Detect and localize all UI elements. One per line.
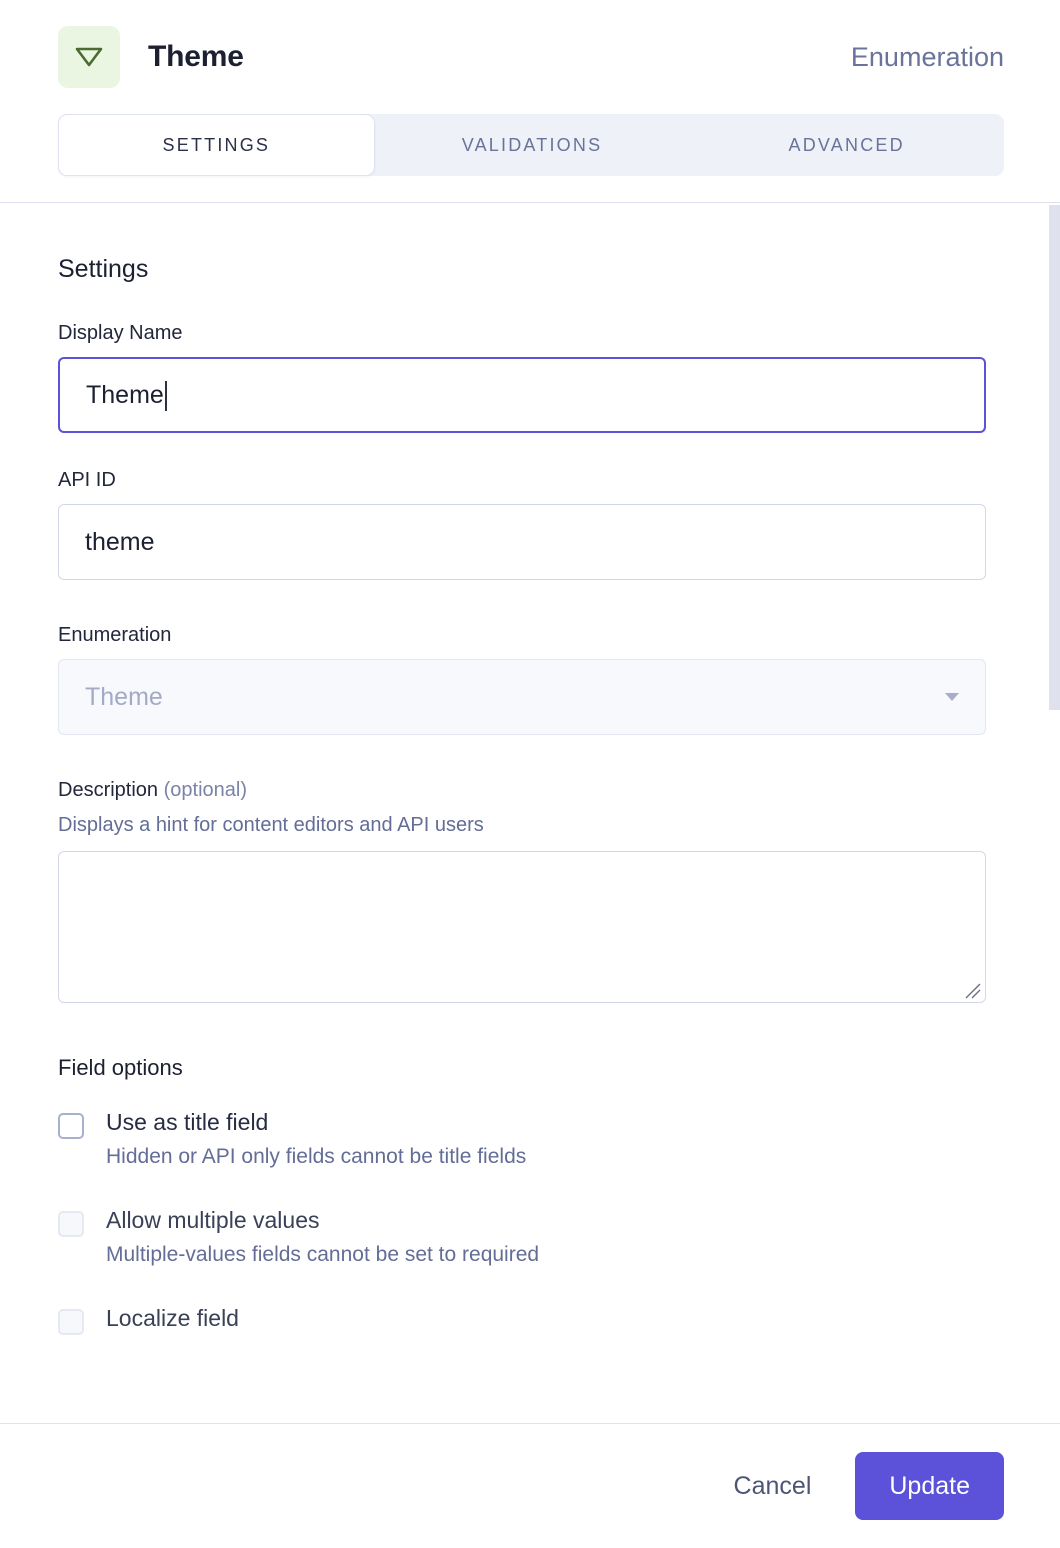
use-as-title-field-description: Hidden or API only fields cannot be titl… <box>106 1145 527 1168</box>
update-button[interactable]: Update <box>855 1452 1004 1520</box>
api-id-value: theme <box>85 527 155 556</box>
option-use-as-title-field: Use as title field Hidden or API only fi… <box>58 1109 1004 1169</box>
scrollbar-track[interactable] <box>1049 203 1060 1423</box>
modal-header: Theme Enumeration SETTINGS VALIDATIONS A… <box>0 0 1060 203</box>
use-as-title-field-checkbox[interactable] <box>58 1113 84 1139</box>
display-name-field-block: Display Name Theme <box>58 322 1004 433</box>
description-label: Description (optional) <box>58 779 1004 802</box>
cancel-button[interactable]: Cancel <box>716 1458 830 1515</box>
display-name-label: Display Name <box>58 322 183 344</box>
display-name-input[interactable]: Theme <box>58 357 986 433</box>
localize-field-checkbox[interactable] <box>58 1309 84 1335</box>
option-allow-multiple-values: Allow multiple values Multiple-values fi… <box>58 1207 1004 1267</box>
enumeration-selected-value: Theme <box>85 682 163 711</box>
api-id-field-block: API ID theme <box>58 469 1004 580</box>
tab-advanced[interactable]: ADVANCED <box>689 114 1004 176</box>
description-textarea[interactable] <box>58 851 986 1003</box>
modal-footer: Cancel Update <box>0 1424 1060 1548</box>
settings-panel: Settings Display Name Theme API ID theme… <box>0 203 1060 1423</box>
display-name-value: Theme <box>86 380 164 409</box>
header-row: Theme Enumeration <box>58 26 1004 88</box>
tab-validations[interactable]: VALIDATIONS <box>375 114 690 176</box>
scrollbar-thumb[interactable] <box>1049 205 1060 710</box>
description-optional-text: (optional) <box>163 779 247 801</box>
tab-bar: SETTINGS VALIDATIONS ADVANCED <box>58 114 1004 176</box>
field-settings-modal: Theme Enumeration SETTINGS VALIDATIONS A… <box>0 0 1060 1548</box>
api-id-label: API ID <box>58 469 116 491</box>
allow-multiple-values-label: Allow multiple values <box>106 1207 320 1233</box>
option-localize-field: Localize field <box>58 1305 1004 1335</box>
text-caret <box>164 381 167 411</box>
chevron-down-icon <box>945 693 959 701</box>
enumeration-field-block: Enumeration Theme <box>58 624 1004 735</box>
allow-multiple-values-checkbox[interactable] <box>58 1211 84 1237</box>
enumeration-triangle-icon <box>58 26 120 88</box>
description-field-block: Description (optional) Displays a hint f… <box>58 779 1004 1003</box>
tab-settings[interactable]: SETTINGS <box>58 114 375 176</box>
resize-grip-icon[interactable] <box>965 983 981 999</box>
enumeration-label: Enumeration <box>58 624 172 646</box>
field-options-title: Field options <box>58 1055 183 1080</box>
api-id-input[interactable]: theme <box>58 504 986 580</box>
settings-section-title: Settings <box>58 255 149 283</box>
modal-body-scroll-area: Settings Display Name Theme API ID theme… <box>0 203 1060 1423</box>
use-as-title-field-label: Use as title field <box>106 1109 269 1135</box>
enumeration-select[interactable]: Theme <box>58 659 986 735</box>
description-label-text: Description <box>58 779 159 801</box>
allow-multiple-values-description: Multiple-values fields cannot be set to … <box>106 1243 540 1266</box>
page-title: Theme <box>148 40 244 73</box>
localize-field-label: Localize field <box>106 1305 239 1331</box>
description-hint: Displays a hint for content editors and … <box>58 814 484 836</box>
field-type-label: Enumeration <box>850 41 1004 72</box>
